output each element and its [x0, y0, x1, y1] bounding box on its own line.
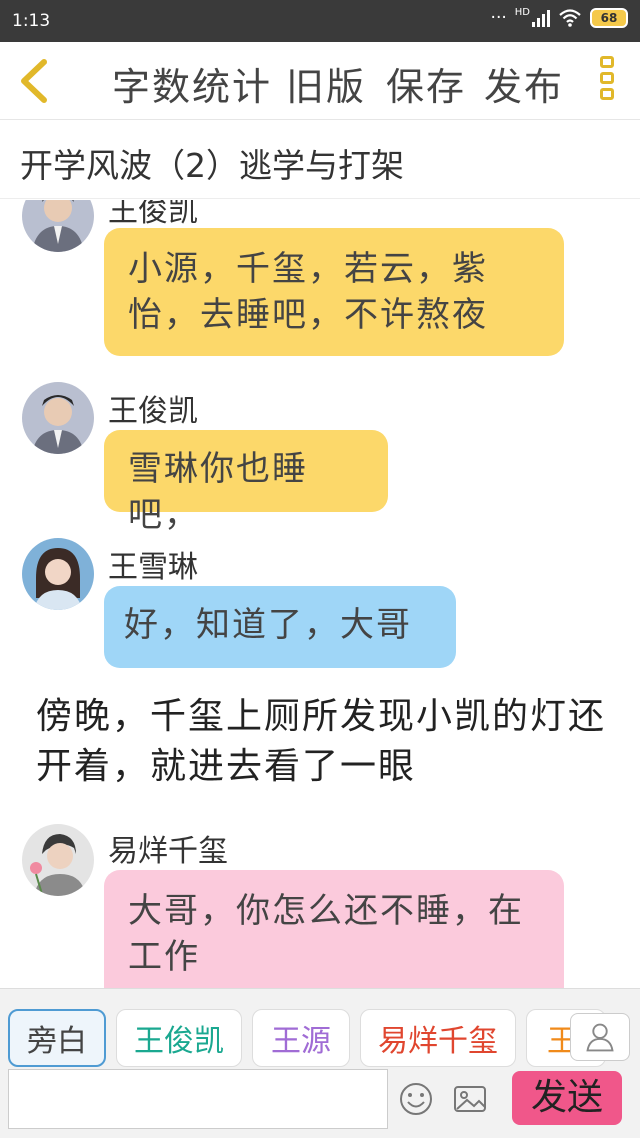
character-chip-label: 易烊千玺 — [378, 1024, 498, 1059]
character-chip[interactable]: 易烊千玺 — [360, 1009, 516, 1067]
character-chip-label: 旁白 — [27, 1024, 87, 1059]
avatar[interactable] — [22, 382, 94, 454]
save-button[interactable]: 保存 — [386, 56, 466, 111]
message-bubble[interactable]: 好，知道了，大哥 — [104, 586, 456, 668]
status-icons: ··· HD 68 — [490, 6, 628, 28]
message-input[interactable] — [8, 1069, 388, 1129]
avatar[interactable] — [22, 538, 94, 610]
dots-icon: ··· — [490, 8, 507, 28]
signal-icon — [532, 9, 550, 27]
speaker-name: 王俊凯 — [108, 200, 198, 229]
story-title: 开学风波（2）逃学与打架 — [20, 146, 404, 185]
composer-panel: 旁白 王俊凯 王源 易烊千玺 王 发送 — [0, 988, 640, 1138]
smile-icon[interactable] — [398, 1081, 434, 1117]
chevron-left-icon[interactable] — [14, 56, 54, 106]
editor-toolbar: 字数统计 旧版 保存 发布 — [0, 42, 640, 120]
message-bubble[interactable]: 小源，千玺，若云，紫怡，去睡吧，不许熬夜 — [104, 228, 564, 356]
avatar[interactable] — [22, 824, 94, 896]
wifi-icon — [559, 9, 581, 27]
old-version-button[interactable]: 旧版 — [286, 56, 366, 111]
publish-button[interactable]: 发布 — [484, 56, 564, 111]
message-bubble[interactable]: 雪琳你也睡吧， — [104, 430, 388, 535]
status-time: 1:13 — [12, 11, 51, 31]
status-bar: 1:13 ··· HD 68 — [0, 0, 640, 42]
battery-icon: 68 — [590, 8, 628, 28]
character-chip[interactable]: 王俊凯 — [116, 1009, 242, 1067]
person-icon[interactable] — [570, 1013, 630, 1061]
speaker-name: 王俊凯 — [108, 394, 198, 429]
chat-area[interactable]: 王俊凯 小源，千玺，若云，紫怡，去睡吧，不许熬夜 王俊凯 雪琳你也睡吧， 王雪琳… — [0, 200, 640, 988]
character-chip[interactable]: 王源 — [252, 1009, 350, 1067]
word-count-button[interactable]: 字数统计 — [112, 56, 272, 111]
speaker-name: 王雪琳 — [108, 550, 198, 585]
message-bubble[interactable]: 大哥，你怎么还不睡，在工作 — [104, 870, 564, 988]
send-button[interactable]: 发送 — [512, 1071, 622, 1125]
avatar[interactable] — [22, 200, 94, 252]
speaker-name: 易烊千玺 — [108, 834, 228, 869]
narration-text[interactable]: 傍晚，千玺上厕所发现小凯的灯还开着，就进去看了一眼 — [36, 692, 606, 792]
character-chip-label: 王俊凯 — [134, 1024, 224, 1059]
more-icon[interactable] — [600, 56, 618, 106]
story-title-bar[interactable]: 开学风波（2）逃学与打架 — [0, 121, 640, 199]
character-chip[interactable]: 旁白 — [8, 1009, 106, 1067]
character-chip-label: 王源 — [271, 1024, 331, 1059]
network-label: HD — [514, 6, 530, 18]
image-icon[interactable] — [452, 1081, 488, 1117]
character-selector: 旁白 王俊凯 王源 易烊千玺 王 — [8, 1009, 606, 1067]
